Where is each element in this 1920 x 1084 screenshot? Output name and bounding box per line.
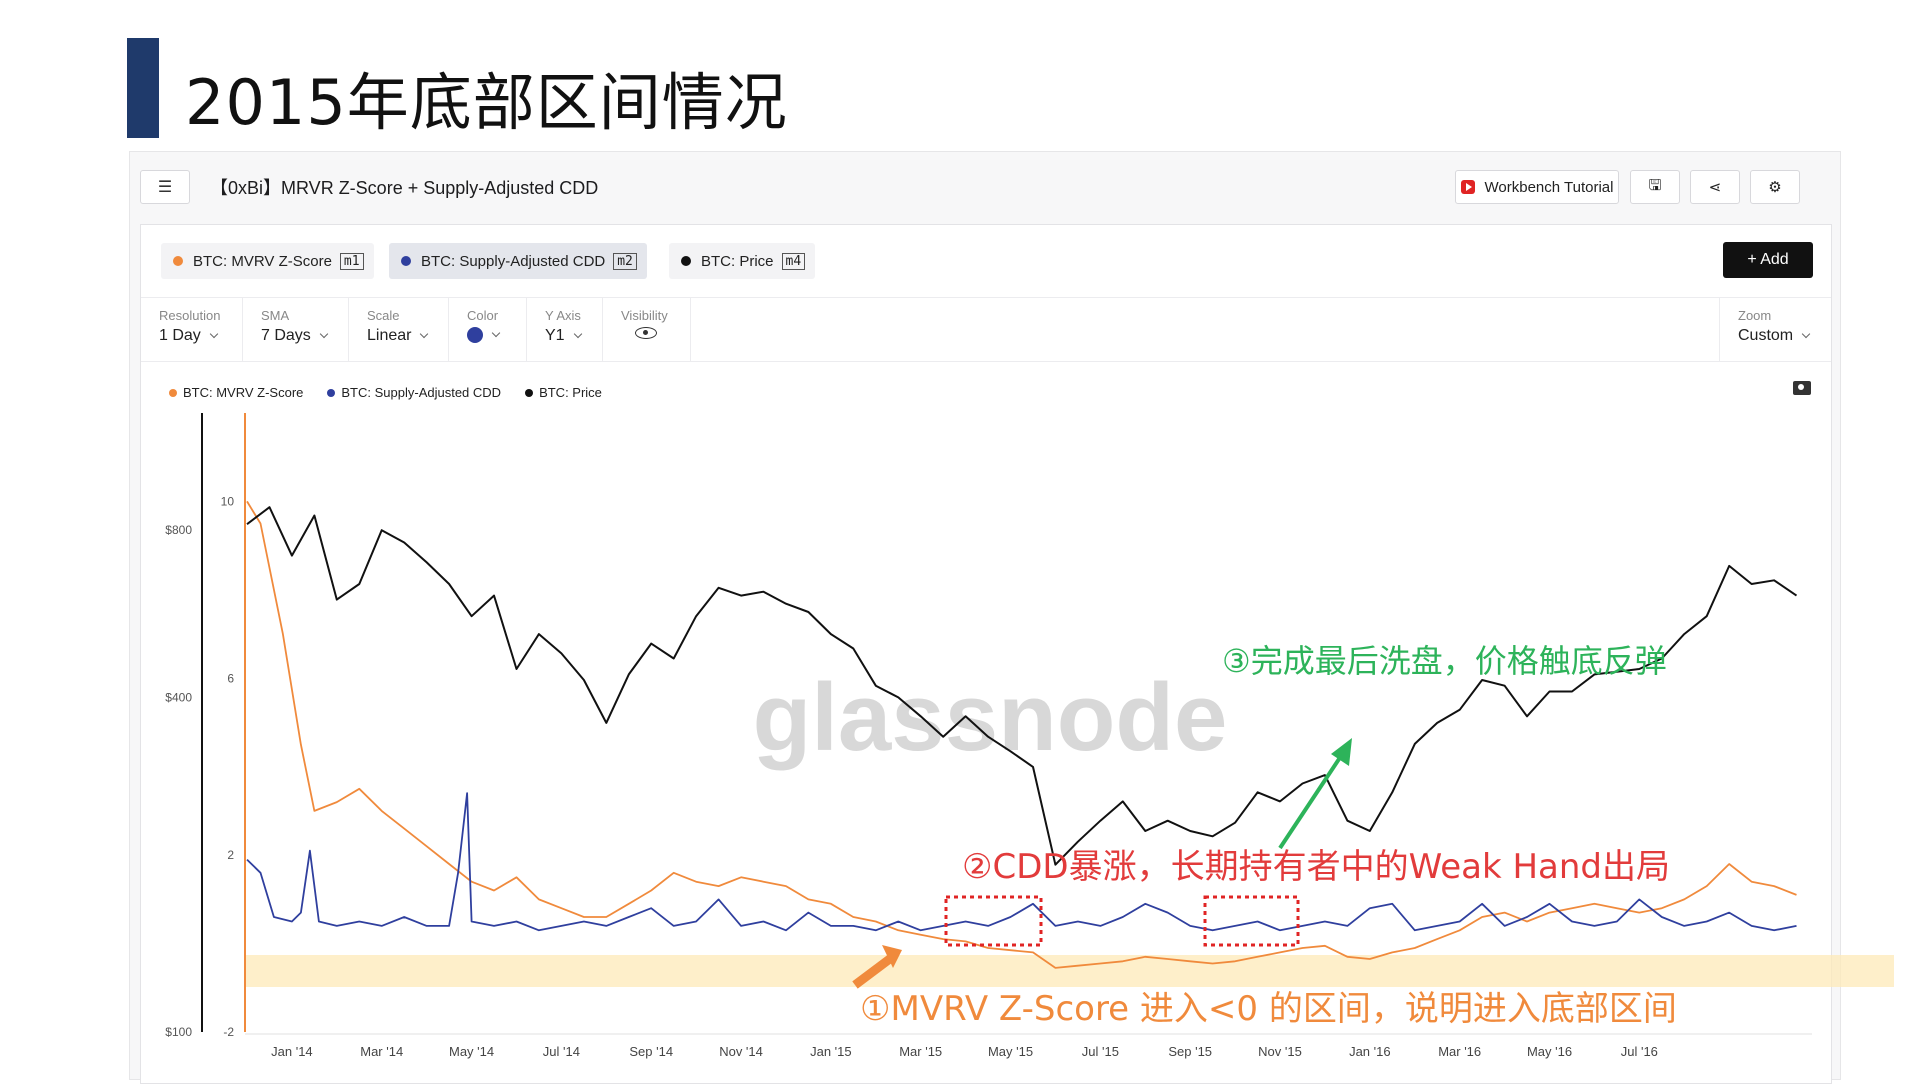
price-tick-label: $400: [165, 690, 192, 704]
x-tick-label: Jul '14: [543, 1044, 580, 1059]
x-tick-label: May '14: [449, 1044, 494, 1059]
price-tick-label: $800: [165, 523, 192, 537]
x-tick-label: Mar '14: [360, 1044, 403, 1059]
annotation-3: ③完成最后洗盘，价格触底反弹: [1222, 642, 1667, 680]
cdd-spike-box: [1203, 895, 1300, 947]
annotation-1: ①MVRV Z-Score 进入<0 的区间，说明进入底部区间: [860, 989, 1677, 1029]
x-tick-label: Jan '15: [810, 1044, 852, 1059]
x-tick-label: Jul '16: [1621, 1044, 1658, 1059]
x-tick-label: Mar '15: [899, 1044, 942, 1059]
x-tick-label: Nov '14: [719, 1044, 763, 1059]
y1-tick-label: 10: [221, 494, 235, 508]
cdd-spike-box: [944, 895, 1043, 947]
watermark-text: glassnode: [753, 664, 1228, 771]
green-arrowhead-icon: [1331, 738, 1352, 766]
y1-tick-label: 6: [227, 671, 234, 685]
x-tick-label: Sep '14: [629, 1044, 673, 1059]
chart-svg: glassnode 10 6 2 -2 $800 $400 $100 Jan '14 Mar '1…: [165, 413, 1894, 1059]
x-tick-label: Mar '16: [1438, 1044, 1481, 1059]
x-tick-label: Jan '14: [271, 1044, 313, 1059]
x-tick-label: May '16: [1527, 1044, 1572, 1059]
x-tick-label: May '15: [988, 1044, 1033, 1059]
y1-tick-label: -2: [223, 1025, 234, 1039]
annotation-2: ②CDD暴涨，长期持有者中的Weak Hand出局: [962, 847, 1670, 887]
x-tick-label: Jan '16: [1349, 1044, 1391, 1059]
bottom-zone-band: [244, 955, 1894, 987]
price-tick-label: $100: [165, 1025, 192, 1039]
green-arrow-icon: [1278, 748, 1347, 850]
x-tick-label: Sep '15: [1168, 1044, 1212, 1059]
x-tick-label: Jul '15: [1082, 1044, 1119, 1059]
x-tick-label: Nov '15: [1258, 1044, 1302, 1059]
y1-tick-label: 2: [227, 848, 234, 862]
